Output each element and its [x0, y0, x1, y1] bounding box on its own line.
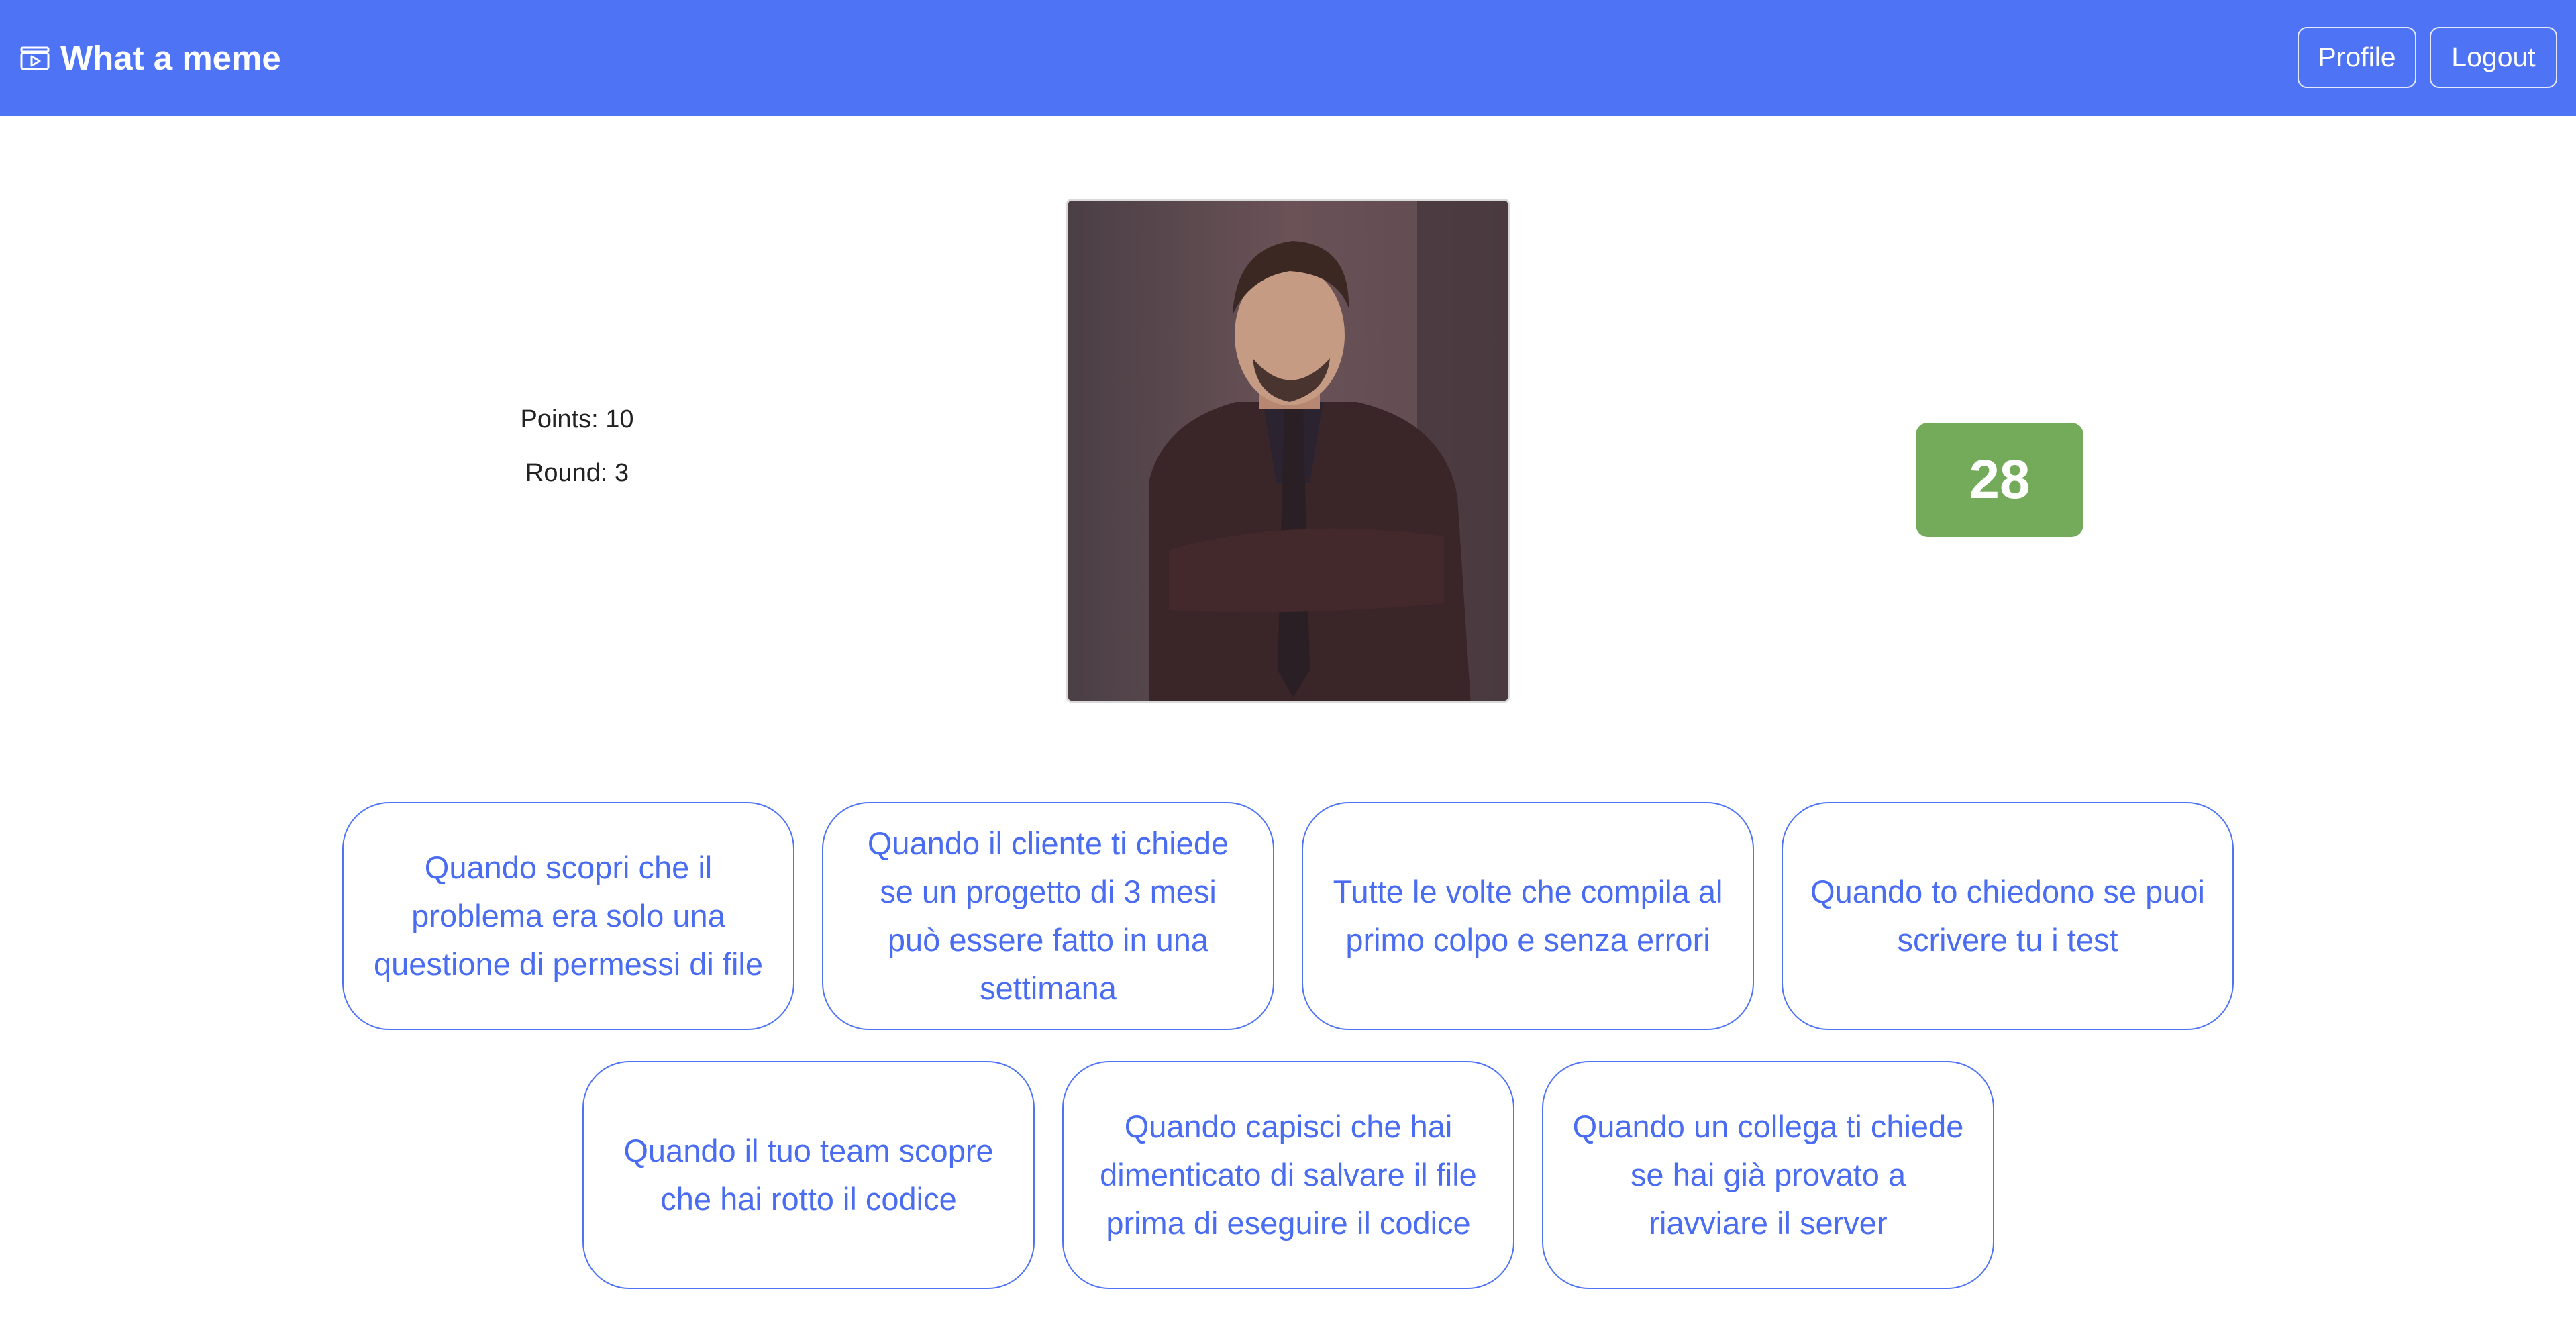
- caption-option[interactable]: Quando capisci che hai dimenticato di sa…: [1062, 1061, 1514, 1289]
- logout-button[interactable]: Logout: [2430, 27, 2557, 88]
- points-label: Points: 10: [520, 405, 634, 434]
- top-navbar: What a meme Profile Logout: [0, 0, 2576, 116]
- caption-option[interactable]: Tutte le volte che compila al primo colp…: [1302, 802, 1754, 1030]
- game-stats: Points: 10 Round: 3: [443, 396, 711, 503]
- meme-image: [1066, 199, 1510, 703]
- brand-link[interactable]: What a meme: [20, 0, 281, 116]
- film-screen-icon: [20, 46, 50, 70]
- caption-option[interactable]: Quando to chiedono se puoi scrivere tu i…: [1782, 802, 2234, 1030]
- profile-button[interactable]: Profile: [2298, 27, 2416, 88]
- countdown-timer: 28: [1916, 423, 2083, 537]
- caption-option[interactable]: Quando scopri che il problema era solo u…: [342, 802, 794, 1030]
- caption-option[interactable]: Quando il tuo team scopre che hai rotto …: [582, 1061, 1035, 1289]
- app-title: What a meme: [60, 39, 281, 77]
- round-label: Round: 3: [525, 459, 629, 487]
- caption-option[interactable]: Quando un collega ti chiede se hai già p…: [1542, 1061, 1994, 1289]
- caption-option[interactable]: Quando il cliente ti chiede se un proget…: [822, 802, 1274, 1030]
